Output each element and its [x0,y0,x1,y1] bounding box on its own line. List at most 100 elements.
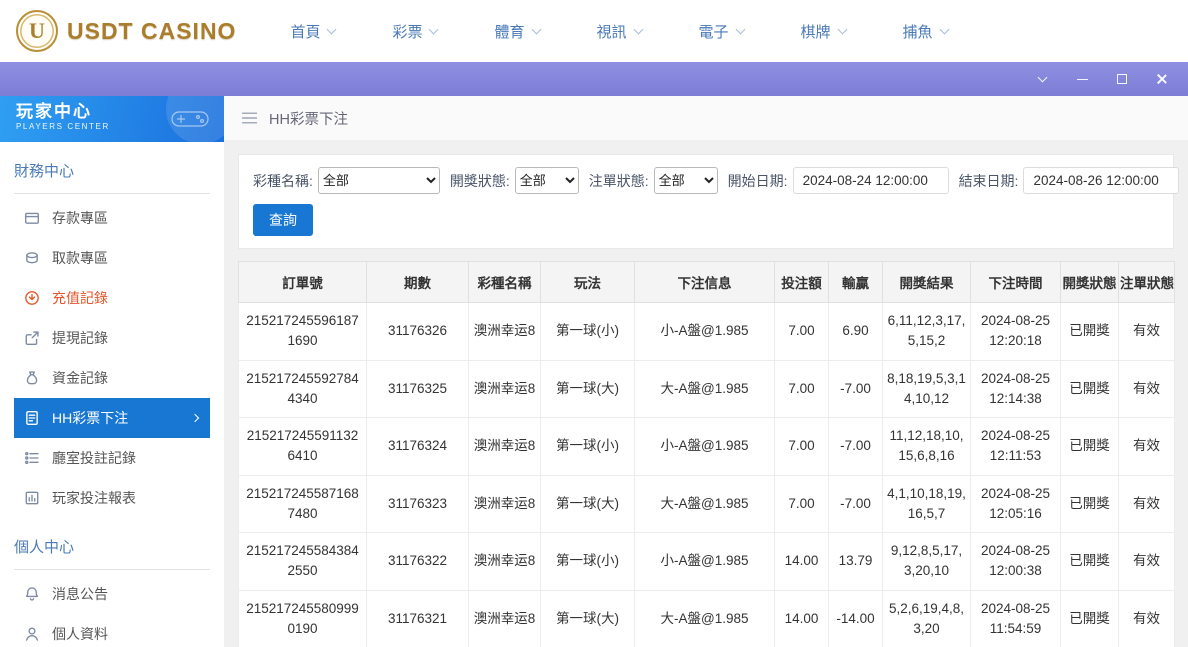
sidebar-item-announcements[interactable]: 消息公告 [14,574,210,614]
table-cell: -7.00 [828,359,883,418]
end-date-input[interactable] [1023,167,1180,194]
table-cell: 14.00 [774,589,829,647]
table-cell: 2024-08-25 12:00:38 [970,532,1061,591]
table-cell: 31176322 [366,532,469,591]
lottery-name-select[interactable]: 全部 [317,167,440,194]
sidebar-item-label: 資金記錄 [52,370,108,386]
table-cell: 已開獎 [1060,359,1119,418]
sidebar-item-label: HH彩票下注 [52,410,129,426]
person-icon [24,626,40,642]
logo-emblem-icon: U [16,10,58,52]
page-title: HH彩票下注 [269,111,348,128]
chevron-down-icon [735,24,745,34]
draw-status-select[interactable]: 全部 [514,167,579,194]
table-cell: 2024-08-25 12:20:18 [970,302,1061,361]
table-cell: 第一球(小) [540,302,635,361]
sidebar-item-label: 提現記錄 [52,330,108,346]
table-cell: 第一球(大) [540,474,635,533]
cashout-icon [24,330,40,346]
nav-item-fishing[interactable]: 捕魚 [903,21,950,42]
sidebar-item-recharge-record[interactable]: 充值記錄 [14,278,210,318]
table-cell: 2152172455871687480 [238,474,367,533]
nav-item-electronic[interactable]: 電子 [699,21,745,42]
sidebar-item-profile[interactable]: 個人資料 [14,614,210,647]
table-cell: 2152172455961871690 [238,302,367,361]
site-logo[interactable]: U USDT CASINO [16,10,236,52]
nav-item-label: 彩票 [392,23,423,41]
nav-item-boardgames[interactable]: 棋牌 [800,21,847,42]
table-cell: 澳洲幸运8 [468,302,541,361]
bet-status-label: 注單狀態: [588,172,649,189]
table-cell: 7.00 [774,417,829,476]
table-cell: 有效 [1118,302,1175,361]
nav-item-lottery[interactable]: 彩票 [392,21,439,42]
draw-status-label: 開獎狀態: [449,172,510,189]
window-collapse-button[interactable] [1034,71,1050,87]
table-cell: 小-A盤@1.985 [634,302,775,361]
table-cell: 31176323 [366,474,469,533]
table-cell: 2152172455843842550 [238,532,367,591]
table-cell: 2024-08-25 12:14:38 [970,359,1061,418]
table-header-cell: 下注時間 [970,261,1061,303]
window-close-button[interactable] [1154,71,1170,87]
table-cell: 澳洲幸运8 [468,417,541,476]
table-cell: 2152172455911326410 [238,417,367,476]
sidebar-item-withdraw[interactable]: 取款專區 [14,238,210,278]
funds-icon [24,370,40,386]
table-cell: 澳洲幸运8 [468,589,541,647]
window-minimize-button[interactable] [1074,71,1090,87]
logo-text: USDT CASINO [67,17,237,44]
chevron-down-icon [1037,72,1047,82]
sidebar-item-hh-lottery-bets[interactable]: HH彩票下注 [14,398,210,438]
table-cell: 第一球(小) [540,532,635,591]
report-icon [24,490,40,506]
table-cell: 4,1,10,18,19,16,5,7 [882,474,971,533]
table-row: 2152172455961871690 31176326 澳洲幸运8 第一球(小) 小-… [238,302,1175,361]
table-cell: 2024-08-25 12:11:53 [970,417,1061,476]
table-cell: -7.00 [828,474,883,533]
sidebar-item-player-bet-report[interactable]: 玩家投注報表 [14,478,210,518]
table-cell: 已開獎 [1060,474,1119,533]
start-date-input[interactable] [792,167,949,194]
table-cell: 7.00 [774,302,829,361]
table-cell: 31176324 [366,417,469,476]
minimize-icon [1076,78,1088,80]
table-cell: 31176326 [366,302,469,361]
sidebar-section-title: 財務中心 [14,156,210,194]
nav-item-label: 棋牌 [800,23,831,41]
sidebar-header: 玩家中心 PLAYERS CENTER [0,96,224,142]
sidebar-item-label: 充值記錄 [52,290,108,306]
table-cell: 2024-08-25 11:54:59 [970,589,1061,647]
table-cell: 2152172455809990190 [238,589,367,647]
sidebar-item-hall-bet-records[interactable]: 廳室投註記錄 [14,438,210,478]
hamburger-icon[interactable] [241,111,258,125]
table-row: 2152172455911326410 31176324 澳洲幸运8 第一球(小) 小-… [238,417,1175,476]
chevron-down-icon [531,24,541,34]
table-cell: 2024-08-25 12:05:16 [970,474,1061,533]
table-body: 2152172455961871690 31176326 澳洲幸运8 第一球(小) 小-… [238,302,1175,647]
table-cell: 6,11,12,3,17,5,15,2 [882,302,971,361]
nav-item-video[interactable]: 視訊 [597,21,643,42]
table-cell: 7.00 [774,359,829,418]
bet-status-select[interactable]: 全部 [653,167,718,194]
table-cell: 有效 [1118,532,1175,591]
query-button[interactable]: 查詢 [253,204,313,236]
table-header-cell: 期數 [366,261,469,303]
table-header-cell: 彩種名稱 [468,261,541,303]
table-header-cell: 注單狀態 [1118,261,1175,303]
end-date-label: 結束日期: [958,172,1019,189]
sidebar-item-funds-record[interactable]: 資金記錄 [14,358,210,398]
table-cell: 有效 [1118,589,1175,647]
sidebar-menu: 財務中心存款專區 取款專區充值記錄提現記錄資金記錄 HH彩票下注廳室投註記錄玩家投注… [0,156,224,647]
sidebar-item-label: 消息公告 [52,586,108,602]
window-maximize-button[interactable] [1114,71,1130,87]
table-cell: 大-A盤@1.985 [634,359,775,418]
sidebar-item-deposit[interactable]: 存款專區 [14,198,210,238]
nav-item-sports[interactable]: 體育 [494,21,541,42]
bet-table: 訂單號 期數 彩種名稱 玩法 下注信息 投注額 輸贏 開獎結果 下注時間 開獎狀態 注單狀態 215… [238,261,1175,647]
sidebar-item-label: 玩家投注報表 [52,490,136,506]
close-icon [1156,73,1168,85]
nav-item-home[interactable]: 首頁 [290,21,337,42]
table-header-cell: 投注額 [774,261,829,303]
sidebar-item-cashout-record[interactable]: 提現記錄 [14,318,210,358]
